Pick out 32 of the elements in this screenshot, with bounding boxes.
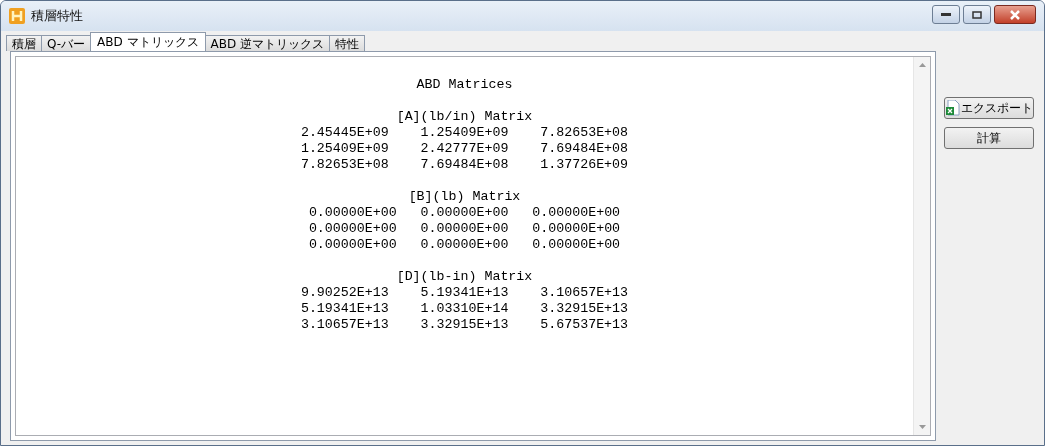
report-title: ABD Matrices	[416, 77, 513, 93]
matrix-row: 0.00000E+00 0.00000E+00 0.00000E+00	[308, 221, 621, 237]
matrix-row: 0.00000E+00 0.00000E+00 0.00000E+00	[308, 237, 621, 253]
scrollbar[interactable]	[913, 57, 930, 435]
matrix-row: 9.90252E+13 5.19341E+13 3.10657E+13	[300, 285, 629, 301]
window-title: 積層特性	[31, 7, 83, 25]
matrix-heading: [B](lb) Matrix	[408, 189, 521, 205]
maximize-button[interactable]	[963, 5, 991, 24]
tab[interactable]: 積層	[6, 35, 42, 51]
scroll-up-icon[interactable]	[918, 63, 926, 67]
tab[interactable]: Q-バー	[41, 35, 92, 51]
export-button[interactable]: エクスポート	[944, 97, 1034, 119]
calculate-button[interactable]: 計算	[944, 127, 1034, 149]
close-icon	[1009, 9, 1021, 20]
minimize-button[interactable]	[932, 5, 960, 24]
matrix-row: 7.82653E+08 7.69484E+08 1.37726E+09	[300, 157, 629, 173]
matrix-row: 5.19341E+13 1.03310E+14 3.32915E+13	[300, 301, 629, 317]
close-button[interactable]	[994, 5, 1036, 24]
app-icon	[9, 8, 25, 24]
maximize-icon	[972, 10, 982, 19]
matrix-heading: [A](lb/in) Matrix	[396, 109, 533, 125]
spreadsheet-icon	[945, 100, 960, 116]
matrix-row: 2.45445E+09 1.25409E+09 7.82653E+08	[300, 125, 629, 141]
tab[interactable]: ABD 逆マトリックス	[204, 35, 331, 51]
tab[interactable]: ABD マトリックス	[90, 32, 206, 51]
matrix-heading: [D](lb-in) Matrix	[396, 269, 533, 285]
tab[interactable]: 特性	[329, 35, 366, 51]
scroll-down-icon[interactable]	[918, 425, 926, 429]
matrix-row: 0.00000E+00 0.00000E+00 0.00000E+00	[308, 205, 621, 221]
matrix-row: 3.10657E+13 3.32915E+13 5.67537E+13	[300, 317, 629, 333]
matrix-row: 1.25409E+09 2.42777E+09 7.69484E+08	[300, 141, 629, 157]
minimize-icon	[941, 12, 951, 17]
